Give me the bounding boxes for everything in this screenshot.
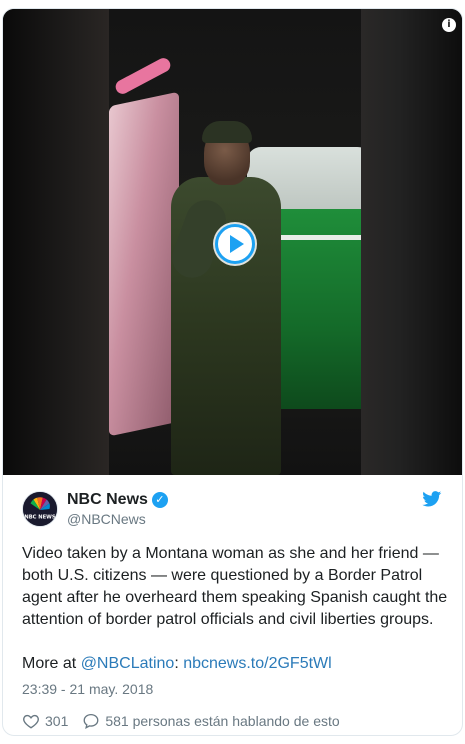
info-icon[interactable]: i (442, 18, 456, 32)
video-blur-left (3, 9, 109, 475)
author-handle[interactable]: @NBCNews (67, 510, 168, 528)
video-player[interactable]: i (3, 9, 462, 475)
twitter-bird-icon[interactable] (422, 491, 442, 507)
verified-icon: ✓ (151, 492, 168, 508)
url-link[interactable]: nbcnews.to/2GF5tWl (183, 655, 332, 672)
officer-cap (202, 121, 252, 143)
more-at-label: More at (22, 655, 81, 672)
heart-icon (23, 714, 39, 729)
embedded-tweet-card: i NBC NEWS NBC News ✓ @NBCNews Video tak… (2, 8, 463, 736)
tweet-text: Video taken by a Montana woman as she an… (22, 543, 450, 675)
author-name[interactable]: NBC News (67, 490, 148, 510)
play-icon (230, 235, 244, 253)
mention-link[interactable]: @NBCLatino (81, 655, 175, 672)
separator: : (174, 655, 184, 672)
tweet-actions: 301 581 personas están hablando de esto (22, 711, 443, 731)
author-block: NBC News ✓ @NBCNews (67, 490, 168, 528)
replies-text: 581 personas están hablando de esto (105, 713, 340, 729)
avatar-label: NBC NEWS (24, 514, 56, 520)
tweet-body: NBC NEWS NBC News ✓ @NBCNews Video taken… (3, 475, 462, 731)
author-name-row: NBC News ✓ (67, 490, 168, 510)
video-blur-right (357, 9, 462, 475)
avatar[interactable]: NBC NEWS (22, 491, 58, 527)
reply-button[interactable]: 581 personas están hablando de esto (82, 712, 340, 730)
tweet-main-text: Video taken by a Montana woman as she an… (22, 545, 448, 628)
play-button[interactable] (215, 224, 255, 264)
tweet-timestamp[interactable]: 23:39 - 21 may. 2018 (22, 679, 443, 699)
like-count: 301 (45, 713, 69, 729)
like-button[interactable]: 301 (22, 712, 68, 730)
car-light (113, 55, 173, 97)
nbc-peacock-icon: NBC NEWS (23, 492, 57, 526)
tweet-more-line: More at @NBCLatino: nbcnews.to/2GF5tWl (22, 653, 450, 675)
car-door (109, 91, 179, 437)
reply-icon (83, 713, 99, 730)
tweet-header: NBC NEWS NBC News ✓ @NBCNews (22, 489, 443, 529)
